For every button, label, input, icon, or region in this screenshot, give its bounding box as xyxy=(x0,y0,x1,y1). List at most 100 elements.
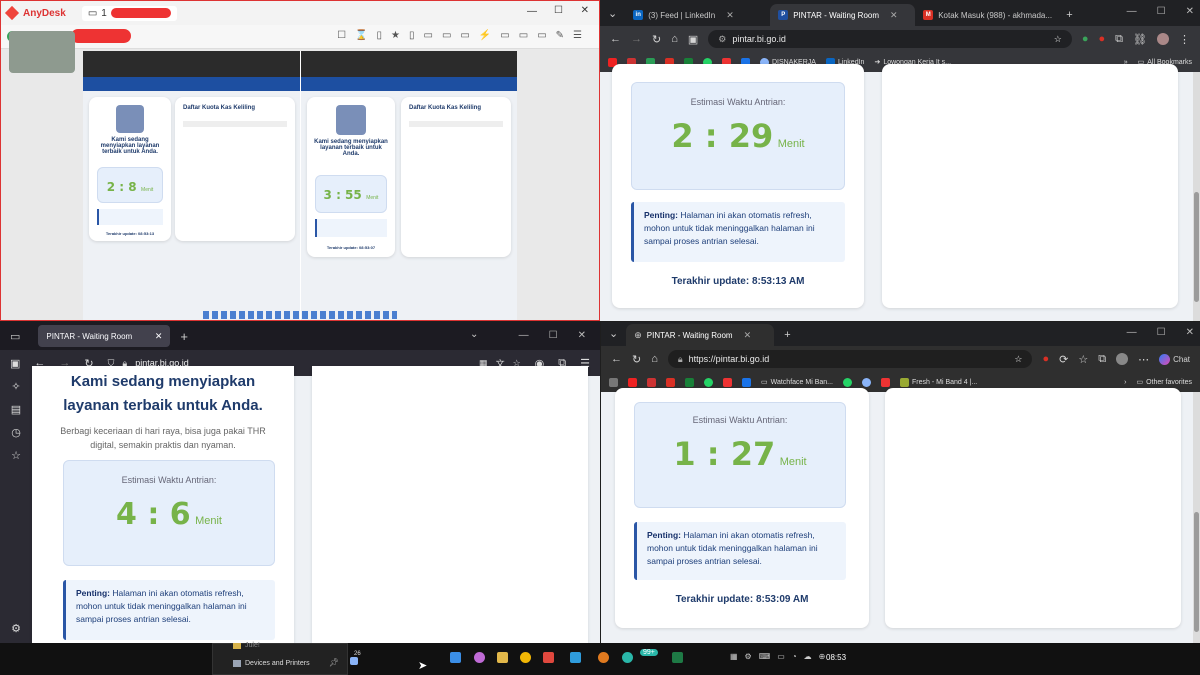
anydesk-icon[interactable] xyxy=(543,652,554,663)
session-tab[interactable]: ▭ 1 xyxy=(81,5,177,21)
app-icon[interactable] xyxy=(647,377,656,387)
tab-pintar[interactable]: PINTAR - Waiting Room ✕ xyxy=(38,325,171,347)
notification-badge[interactable]: 99+ xyxy=(640,649,658,656)
whatsapp-icon[interactable] xyxy=(843,377,852,387)
more-icon[interactable]: ⋯ xyxy=(1138,353,1149,366)
forward-icon[interactable]: → xyxy=(631,33,642,45)
reload-icon[interactable]: ↻ xyxy=(652,33,661,46)
close-tab-icon[interactable]: ✕ xyxy=(890,10,898,21)
copilot-chat-button[interactable]: Chat xyxy=(1159,353,1190,365)
tab-actions-icon[interactable]: ⌄ xyxy=(609,329,618,340)
chrome-icon[interactable] xyxy=(520,652,531,663)
extension-icon[interactable]: ● xyxy=(1099,33,1106,45)
jumplist-folder[interactable]: Jule! xyxy=(233,642,260,649)
new-tab-icon[interactable]: + xyxy=(1066,10,1072,21)
other-favorites[interactable]: ▭ Other favorites xyxy=(1136,378,1192,387)
ai-chat-icon[interactable]: ✧ xyxy=(11,380,20,393)
bookmark-watchface[interactable]: ▭ Watchface Mi Ban... xyxy=(761,378,833,387)
window-close-button[interactable]: ✕ xyxy=(581,5,589,16)
close-icon[interactable]: ✕ xyxy=(1186,6,1194,17)
jumplist-devices[interactable]: Devices and Printers xyxy=(233,660,310,667)
back-icon[interactable]: ← xyxy=(610,33,621,45)
bookmark-fresh[interactable]: Fresh - Mi Band 4 |... xyxy=(900,377,977,387)
extension-icon[interactable]: ● xyxy=(1082,33,1089,45)
file-explorer-icon[interactable] xyxy=(497,652,508,663)
app-icon[interactable] xyxy=(598,652,609,663)
globe-icon[interactable] xyxy=(862,377,871,387)
youtube-icon[interactable] xyxy=(628,377,637,387)
site-info-icon[interactable]: ⚙ xyxy=(718,34,726,45)
new-tab-icon[interactable]: + xyxy=(180,329,188,344)
sheets-icon[interactable] xyxy=(685,377,694,387)
maximize-icon[interactable]: ☐ xyxy=(1157,327,1166,338)
home-icon[interactable]: ⌂ xyxy=(651,353,658,365)
extensions-puzzle-icon[interactable]: ⧉ xyxy=(1115,33,1123,46)
close-tab-icon[interactable]: ✕ xyxy=(155,331,163,342)
excel-icon[interactable] xyxy=(672,652,683,663)
app-icon[interactable] xyxy=(723,377,732,387)
gmail-icon[interactable] xyxy=(666,377,675,387)
last-updated: Terakhir update: 8:53:13 AM xyxy=(671,276,805,287)
address-bar[interactable]: ⚙ pintar.bi.go.id ☆ xyxy=(708,30,1072,48)
maximize-icon[interactable]: ☐ xyxy=(549,330,558,341)
sidebar-toggle-icon[interactable]: ▣ xyxy=(10,357,20,370)
close-icon[interactable]: ✕ xyxy=(578,330,586,341)
scrollbar[interactable] xyxy=(1193,72,1200,321)
estimate-label: Estimasi Waktu Antrian: xyxy=(121,475,217,485)
address-bar[interactable]: 🔒︎ https://pintar.bi.go.id ☆ xyxy=(667,350,1033,368)
illustration xyxy=(336,105,366,135)
app-icon[interactable] xyxy=(742,377,751,387)
weather-icon[interactable] xyxy=(350,657,358,665)
clock[interactable]: 08:53 xyxy=(826,653,846,662)
tab-label: Kotak Masuk (988) - akhmada... xyxy=(938,10,1053,20)
tab-pintar[interactable]: P PINTAR - Waiting Room ✕ xyxy=(770,4,916,26)
close-tab-icon[interactable]: ✕ xyxy=(744,330,752,341)
more-favorites-icon[interactable]: › xyxy=(1124,379,1126,386)
profile-avatar[interactable] xyxy=(1157,33,1169,45)
whatsapp-icon[interactable] xyxy=(704,377,713,387)
back-icon[interactable]: ← xyxy=(611,353,622,365)
refresh-ext-icon[interactable]: ⟳ xyxy=(1059,353,1068,366)
tab-linkedin[interactable]: in (3) Feed | LinkedIn ✕ xyxy=(625,4,770,26)
toolbar-icons[interactable]: ☐⌛▯★▯▭▭▭⚡▭▭▭✎☰ xyxy=(337,30,591,41)
pin-icon[interactable]: 📌︎ xyxy=(329,658,339,667)
remote-time: 2 : 8 xyxy=(106,180,137,194)
minimize-icon[interactable]: — xyxy=(1127,327,1137,338)
minimize-icon[interactable]: — xyxy=(519,330,529,341)
reload-icon[interactable]: ↻ xyxy=(632,353,641,366)
menu-icon[interactable]: ⋮ xyxy=(1179,33,1190,46)
tray-icons[interactable]: ▦⚙⌨▭◔☁⊕ xyxy=(730,652,832,661)
star-icon[interactable]: ☆ xyxy=(1014,354,1022,365)
scrollbar[interactable] xyxy=(1193,392,1200,643)
settings-icon[interactable]: ⚙ xyxy=(11,622,21,635)
app-icon[interactable] xyxy=(570,652,581,663)
favorites-icon[interactable]: ☆ xyxy=(1078,353,1088,366)
extension-icon[interactable]: ● xyxy=(1042,353,1049,365)
tab-search-icon[interactable]: ⌄ xyxy=(608,9,617,20)
window-minimize-button[interactable]: — xyxy=(527,6,537,17)
minimize-icon[interactable]: — xyxy=(1127,6,1137,17)
history-icon[interactable]: ◷ xyxy=(11,426,21,439)
new-tab-icon[interactable]: + xyxy=(784,330,790,341)
window-maximize-button[interactable]: ☐ xyxy=(554,5,563,16)
sidepanel-icon[interactable]: ▣ xyxy=(688,33,698,46)
close-tab-icon[interactable]: ✕ xyxy=(726,10,734,21)
close-icon[interactable]: ✕ xyxy=(1186,327,1194,338)
edge-icon[interactable] xyxy=(622,652,633,663)
tab-pintar[interactable]: ⊕ PINTAR - Waiting Room ✕ xyxy=(626,324,775,346)
extensions-icon[interactable]: ⧉ xyxy=(1098,353,1106,366)
list-tabs-icon[interactable]: ⌄ xyxy=(470,329,478,340)
maximize-icon[interactable]: ☐ xyxy=(1157,6,1166,17)
link-icon[interactable]: ⛓ xyxy=(1133,33,1147,46)
star-icon[interactable]: ☆ xyxy=(1054,34,1062,45)
app-icon[interactable] xyxy=(881,377,890,387)
tab-overview-icon[interactable]: ▭ xyxy=(10,330,20,343)
tab-gmail[interactable]: M Kotak Masuk (988) - akhmada... ✕ xyxy=(915,4,1060,26)
import-icon[interactable] xyxy=(609,377,618,387)
star-icon[interactable]: ☆ xyxy=(11,449,21,462)
copilot-icon[interactable] xyxy=(474,652,485,663)
profile-avatar[interactable] xyxy=(1116,353,1129,365)
home-icon[interactable]: ⌂ xyxy=(671,33,678,45)
bookmarks-icon[interactable]: ▤ xyxy=(11,403,21,416)
start-icon[interactable] xyxy=(450,652,461,663)
